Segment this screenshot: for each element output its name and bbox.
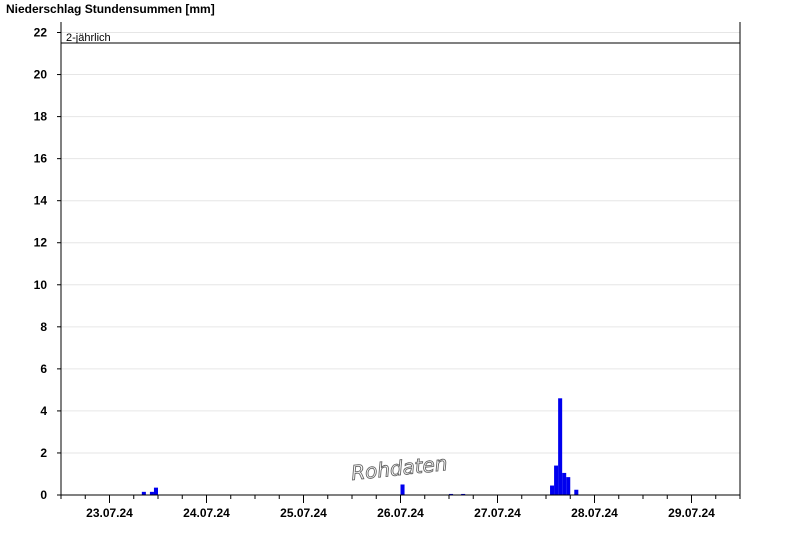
y-tick-label: 2: [40, 446, 47, 460]
precipitation-bar: [574, 489, 579, 495]
x-tick-label: 28.07.24: [571, 506, 618, 520]
y-tick-label: 12: [34, 236, 48, 250]
threshold-label: 2-jährlich: [66, 32, 111, 44]
precipitation-bar: [400, 484, 405, 495]
precipitation-bar: [558, 398, 563, 495]
y-tick-label: 18: [34, 110, 48, 124]
x-tick-label: 23.07.24: [86, 506, 133, 520]
y-tick-label: 4: [40, 404, 47, 418]
y-tick-label: 14: [34, 194, 48, 208]
y-tick-label: 0: [40, 488, 47, 502]
y-tick-label: 8: [40, 320, 47, 334]
x-tick-label: 25.07.24: [280, 506, 327, 520]
y-tick-label: 10: [34, 278, 48, 292]
watermark-text: Rohdaten: [350, 451, 449, 485]
precipitation-chart: 2-jährlich 0 2 4 6 8 10 12 14 16 18 20 22 23.07.24 24…: [34, 22, 741, 520]
y-tick-label: 20: [34, 68, 48, 82]
precipitation-bar: [153, 487, 158, 495]
x-tick-label: 27.07.24: [474, 506, 521, 520]
y-tick-label: 22: [34, 26, 48, 40]
axes: [57, 22, 741, 503]
x-tick-label: 29.07.24: [668, 506, 715, 520]
y-tick-label: 16: [34, 152, 48, 166]
grid-lines: [61, 32, 740, 454]
tick-labels: 0 2 4 6 8 10 12 14 16 18 20 22 23.07.24 24.07.24 25.07…: [34, 26, 716, 520]
threshold: 2-jährlich: [61, 32, 740, 44]
x-tick-label: 26.07.24: [377, 506, 424, 520]
y-tick-label: 6: [40, 362, 47, 376]
x-tick-label: 24.07.24: [183, 506, 230, 520]
precipitation-bar: [554, 465, 559, 495]
precipitation-bar: [566, 477, 571, 495]
precipitation-bar: [550, 485, 555, 495]
precipitation-bar: [562, 472, 567, 495]
